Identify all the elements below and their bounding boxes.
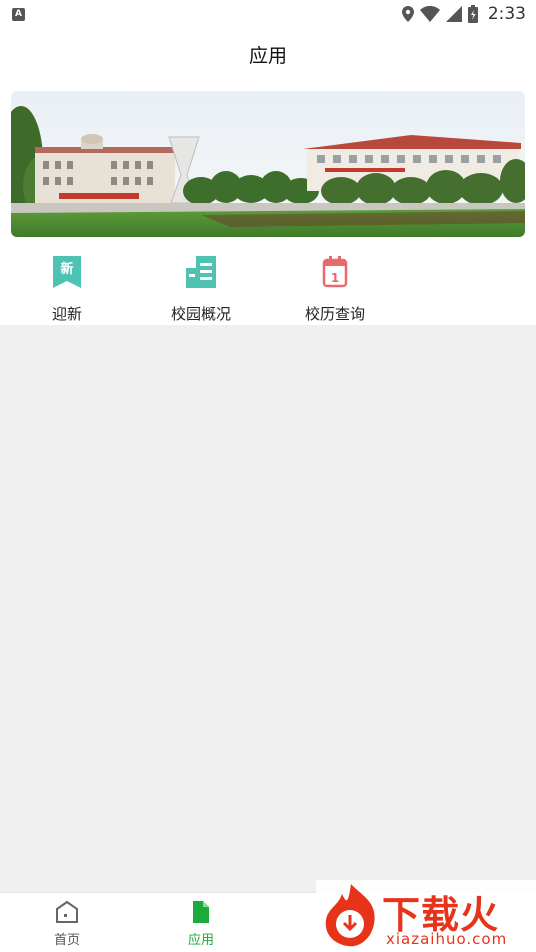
- apps-panel: 新 迎新 校园概况 1 校历查询: [0, 80, 536, 325]
- signal-icon: [445, 6, 462, 22]
- svg-text:新: 新: [60, 261, 73, 277]
- nav-label: 首页: [53, 933, 80, 948]
- flame-logo-icon: [325, 884, 375, 947]
- location-icon: [401, 6, 414, 22]
- welcome-new-icon: 新: [53, 256, 81, 288]
- page-title: 应用: [248, 44, 287, 67]
- watermark-logo: 下载火 xiazaihuo.com: [316, 880, 536, 952]
- app-label: 迎新: [51, 305, 82, 323]
- quick-apps-row: 新 迎新 校园概况 1 校历查询: [0, 250, 536, 325]
- app-welcome-new[interactable]: 新 迎新: [12, 250, 122, 325]
- status-time: 2:33: [487, 4, 526, 24]
- nav-apps[interactable]: 应用: [161, 893, 241, 952]
- campus-building-icon: [186, 256, 216, 288]
- notification-a-icon: A: [12, 7, 25, 21]
- app-campus-overview[interactable]: 校园概况: [146, 250, 256, 325]
- home-icon: [56, 900, 78, 923]
- nav-home[interactable]: 首页: [27, 893, 107, 952]
- battery-icon: [467, 5, 478, 23]
- campus-photo-image: [11, 91, 525, 237]
- app-label: 校园概况: [170, 305, 231, 323]
- document-icon: [193, 901, 209, 923]
- svg-text:1: 1: [331, 271, 339, 285]
- status-icons: 2:33: [401, 4, 526, 24]
- calendar-icon: 1: [322, 256, 348, 288]
- app-calendar-query[interactable]: 1 校历查询: [280, 250, 390, 325]
- wifi-icon: [419, 6, 440, 22]
- watermark-url: xiazaihuo.com: [386, 930, 508, 948]
- app-header: 应用: [0, 28, 536, 80]
- campus-banner[interactable]: [11, 91, 525, 237]
- app-label: 校历查询: [304, 305, 365, 323]
- status-bar: A 2:33: [0, 0, 536, 28]
- nav-label: 应用: [187, 933, 214, 948]
